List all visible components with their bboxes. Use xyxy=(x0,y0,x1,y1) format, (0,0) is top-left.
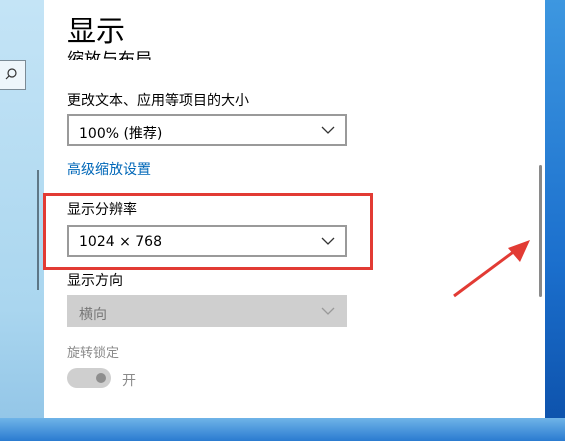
orientation-value: 横向 xyxy=(79,307,107,323)
search-box[interactable] xyxy=(0,60,26,90)
page-title: 显示 xyxy=(67,14,126,48)
section-heading-scale-layout: 缩放与布局 xyxy=(67,50,152,60)
left-window-scrollbar[interactable] xyxy=(37,170,39,290)
chevron-down-icon xyxy=(321,126,335,134)
chevron-down-icon xyxy=(321,307,335,315)
scale-label: 更改文本、应用等项目的大小 xyxy=(67,93,249,109)
search-icon xyxy=(5,68,17,80)
rotation-lock-state: 开 xyxy=(122,373,136,389)
rotation-lock-toggle[interactable] xyxy=(67,368,111,388)
taskbar-edge xyxy=(0,418,565,441)
desktop-background-right xyxy=(545,0,565,441)
scrollbar-thumb[interactable] xyxy=(539,165,542,297)
scale-dropdown[interactable]: 100% (推荐) xyxy=(67,114,347,146)
toggle-knob xyxy=(96,373,106,383)
resolution-highlight-box xyxy=(43,193,373,270)
rotation-lock-label: 旋转锁定 xyxy=(67,346,120,361)
red-arrow-icon xyxy=(453,240,530,298)
orientation-label: 显示方向 xyxy=(67,273,123,289)
scale-value: 100% (推荐) xyxy=(79,126,163,142)
orientation-dropdown[interactable]: 横向 xyxy=(67,295,347,327)
advanced-scaling-link[interactable]: 高级缩放设置 xyxy=(67,159,151,179)
